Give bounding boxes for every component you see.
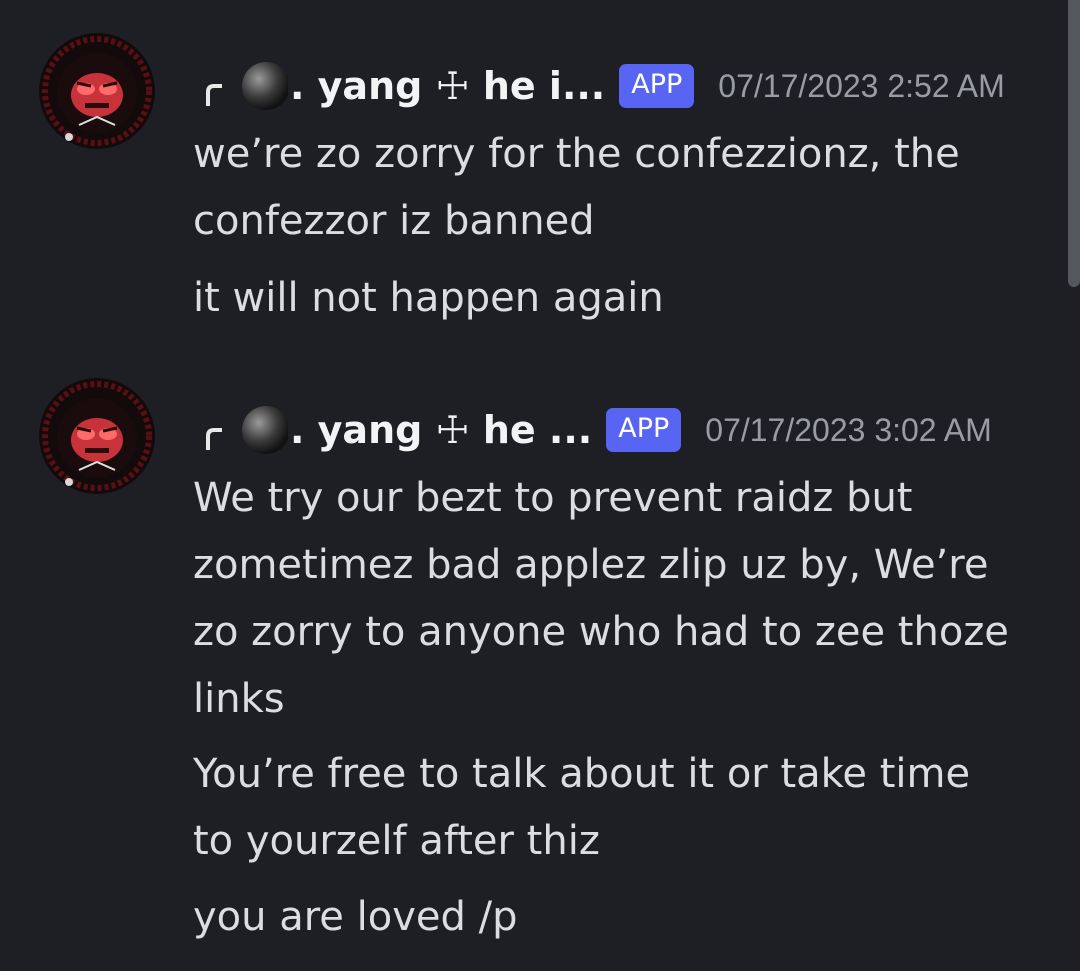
app-badge: APP	[619, 64, 695, 108]
timestamp: 07/17/2023 3:02 AM	[705, 411, 992, 448]
message-line: it will not happen again	[193, 275, 664, 321]
message-line: We try our bezt to prevent raidz but	[193, 475, 913, 521]
username-decoration-icon	[200, 58, 288, 114]
avatar[interactable]	[39, 33, 155, 149]
app-badge: APP	[606, 408, 682, 452]
message-line: zo zorry to anyone who had to zee thoze	[193, 609, 1009, 655]
message-line: zometimez bad applez zlip uz by, We’re	[193, 542, 989, 588]
message-line: to yourzelf after thiz	[193, 818, 600, 864]
username[interactable]: . yang ☩ he i...	[290, 64, 605, 108]
scrollbar[interactable]	[1068, 0, 1080, 287]
message-line: you are loved /p	[193, 894, 518, 940]
message-header: . yang ☩ he ... APP 07/17/2023 3:02 AM	[200, 402, 992, 458]
avatar[interactable]	[39, 378, 155, 494]
message-line: links	[193, 676, 285, 722]
username-decoration-icon	[200, 402, 288, 458]
message-line: we’re zo zorry for the confezzionz, the	[193, 131, 960, 177]
message-line: confezzor iz banned	[193, 198, 595, 244]
message-line: You’re free to talk about it or take tim…	[193, 751, 971, 797]
username[interactable]: . yang ☩ he ...	[290, 408, 592, 452]
message-header: . yang ☩ he i... APP 07/17/2023 2:52 AM	[200, 58, 1005, 114]
timestamp: 07/17/2023 2:52 AM	[718, 67, 1005, 104]
